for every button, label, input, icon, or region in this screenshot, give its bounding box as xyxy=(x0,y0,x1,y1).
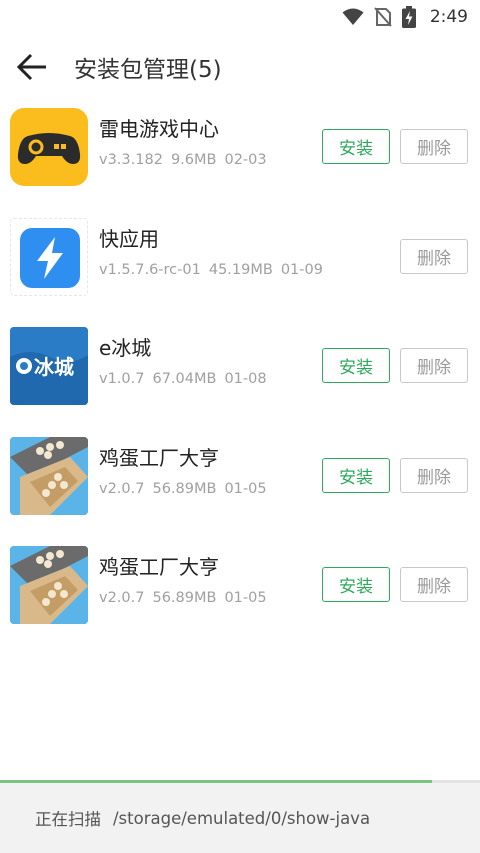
ebingcheng-logo-icon: 冰城 xyxy=(10,327,88,405)
app-version: v2.0.7 xyxy=(99,590,145,606)
delete-button[interactable]: 删除 xyxy=(400,129,468,164)
app-name: e冰城 xyxy=(99,336,152,360)
ebingcheng-logo-text: 冰城 xyxy=(34,355,74,379)
app-icon xyxy=(10,108,88,186)
list-item: 雷电游戏中心 v3.3.182 9.6MB 02-03 安装 删除 xyxy=(0,100,480,210)
install-button[interactable]: 安装 xyxy=(322,348,390,383)
list-item: 快应用 v1.5.7.6-rc-01 45.19MB 01-09 删除 xyxy=(0,210,480,320)
app-meta: v1.0.7 67.04MB 01-08 xyxy=(99,371,275,387)
app-meta: v1.5.7.6-rc-01 45.19MB 01-09 xyxy=(99,262,331,278)
app-date: 02-03 xyxy=(224,152,267,168)
app-date: 01-09 xyxy=(280,261,323,278)
app-version: v1.5.7.6-rc-01 xyxy=(99,261,201,278)
scan-status: 正在扫描 /storage/emulated/0/show-java xyxy=(0,783,480,853)
install-button[interactable]: 安装 xyxy=(322,457,390,493)
app-name: 雷电游戏中心 xyxy=(99,117,219,141)
app-meta: v2.0.7 56.89MB 01-05 xyxy=(99,590,275,606)
app-version: v2.0.7 xyxy=(99,480,145,497)
app-date: 01-05 xyxy=(224,480,267,497)
app-icon xyxy=(10,546,88,624)
back-button[interactable] xyxy=(0,34,64,100)
status-bar: 2:49 xyxy=(0,0,480,34)
delete-button[interactable]: 删除 xyxy=(400,348,468,383)
app-info: 鸡蛋工厂大亨 v2.0.7 56.89MB 01-05 xyxy=(99,554,275,606)
app-meta: v3.3.182 9.6MB 02-03 xyxy=(99,152,275,168)
gamepad-icon xyxy=(17,133,81,164)
app-icon xyxy=(10,436,88,515)
app-icon: 冰城 xyxy=(10,327,88,405)
app-version: v1.0.7 xyxy=(99,371,145,387)
app-header: 安装包管理(5) xyxy=(0,34,480,100)
app-name: 鸡蛋工厂大亨 xyxy=(99,445,219,470)
delete-button[interactable]: 删除 xyxy=(400,238,468,274)
egg-factory-icon xyxy=(10,546,88,624)
app-size: 45.19MB xyxy=(208,261,273,278)
list-item: 鸡蛋工厂大亨 v2.0.7 56.89MB 01-05 安装 删除 xyxy=(0,429,480,539)
app-version: v3.3.182 xyxy=(99,152,163,168)
status-time: 2:49 xyxy=(429,7,468,27)
delete-button[interactable]: 删除 xyxy=(400,567,468,602)
app-meta: v2.0.7 56.89MB 01-05 xyxy=(99,481,275,497)
app-size: 56.89MB xyxy=(152,480,217,497)
egg-factory-icon xyxy=(10,436,88,515)
wifi-icon xyxy=(342,8,364,25)
lightning-icon xyxy=(20,227,80,288)
app-info: e冰城 v1.0.7 67.04MB 01-08 xyxy=(99,335,275,387)
app-size: 67.04MB xyxy=(152,371,217,387)
scan-label: 正在扫描 xyxy=(35,810,101,829)
page-title: 安装包管理(5) xyxy=(74,57,222,83)
app-name: 快应用 xyxy=(99,226,159,251)
app-size: 9.6MB xyxy=(170,152,217,168)
delete-button[interactable]: 删除 xyxy=(400,457,468,493)
app-info: 雷电游戏中心 v3.3.182 9.6MB 02-03 xyxy=(99,116,275,168)
app-info: 快应用 v1.5.7.6-rc-01 45.19MB 01-09 xyxy=(99,226,331,278)
arrow-left-icon xyxy=(16,53,46,81)
scan-path: /storage/emulated/0/show-java xyxy=(113,808,371,828)
app-date: 01-05 xyxy=(224,590,267,606)
app-date: 01-08 xyxy=(224,371,267,387)
package-list: 雷电游戏中心 v3.3.182 9.6MB 02-03 安装 删除 快应用 v1.5… xyxy=(0,100,480,648)
app-name: 鸡蛋工厂大亨 xyxy=(99,555,219,579)
battery-charging-icon xyxy=(401,6,416,28)
no-sim-icon xyxy=(374,7,392,27)
list-item: 冰城 e冰城 v1.0.7 67.04MB 01-08 安装 删除 xyxy=(0,319,480,429)
app-info: 鸡蛋工厂大亨 v2.0.7 56.89MB 01-05 xyxy=(99,445,275,497)
install-button[interactable]: 安装 xyxy=(322,567,390,602)
app-icon xyxy=(10,217,88,296)
install-button[interactable]: 安装 xyxy=(322,129,390,164)
list-item: 鸡蛋工厂大亨 v2.0.7 56.89MB 01-05 安装 删除 xyxy=(0,538,480,648)
app-size: 56.89MB xyxy=(152,590,217,606)
